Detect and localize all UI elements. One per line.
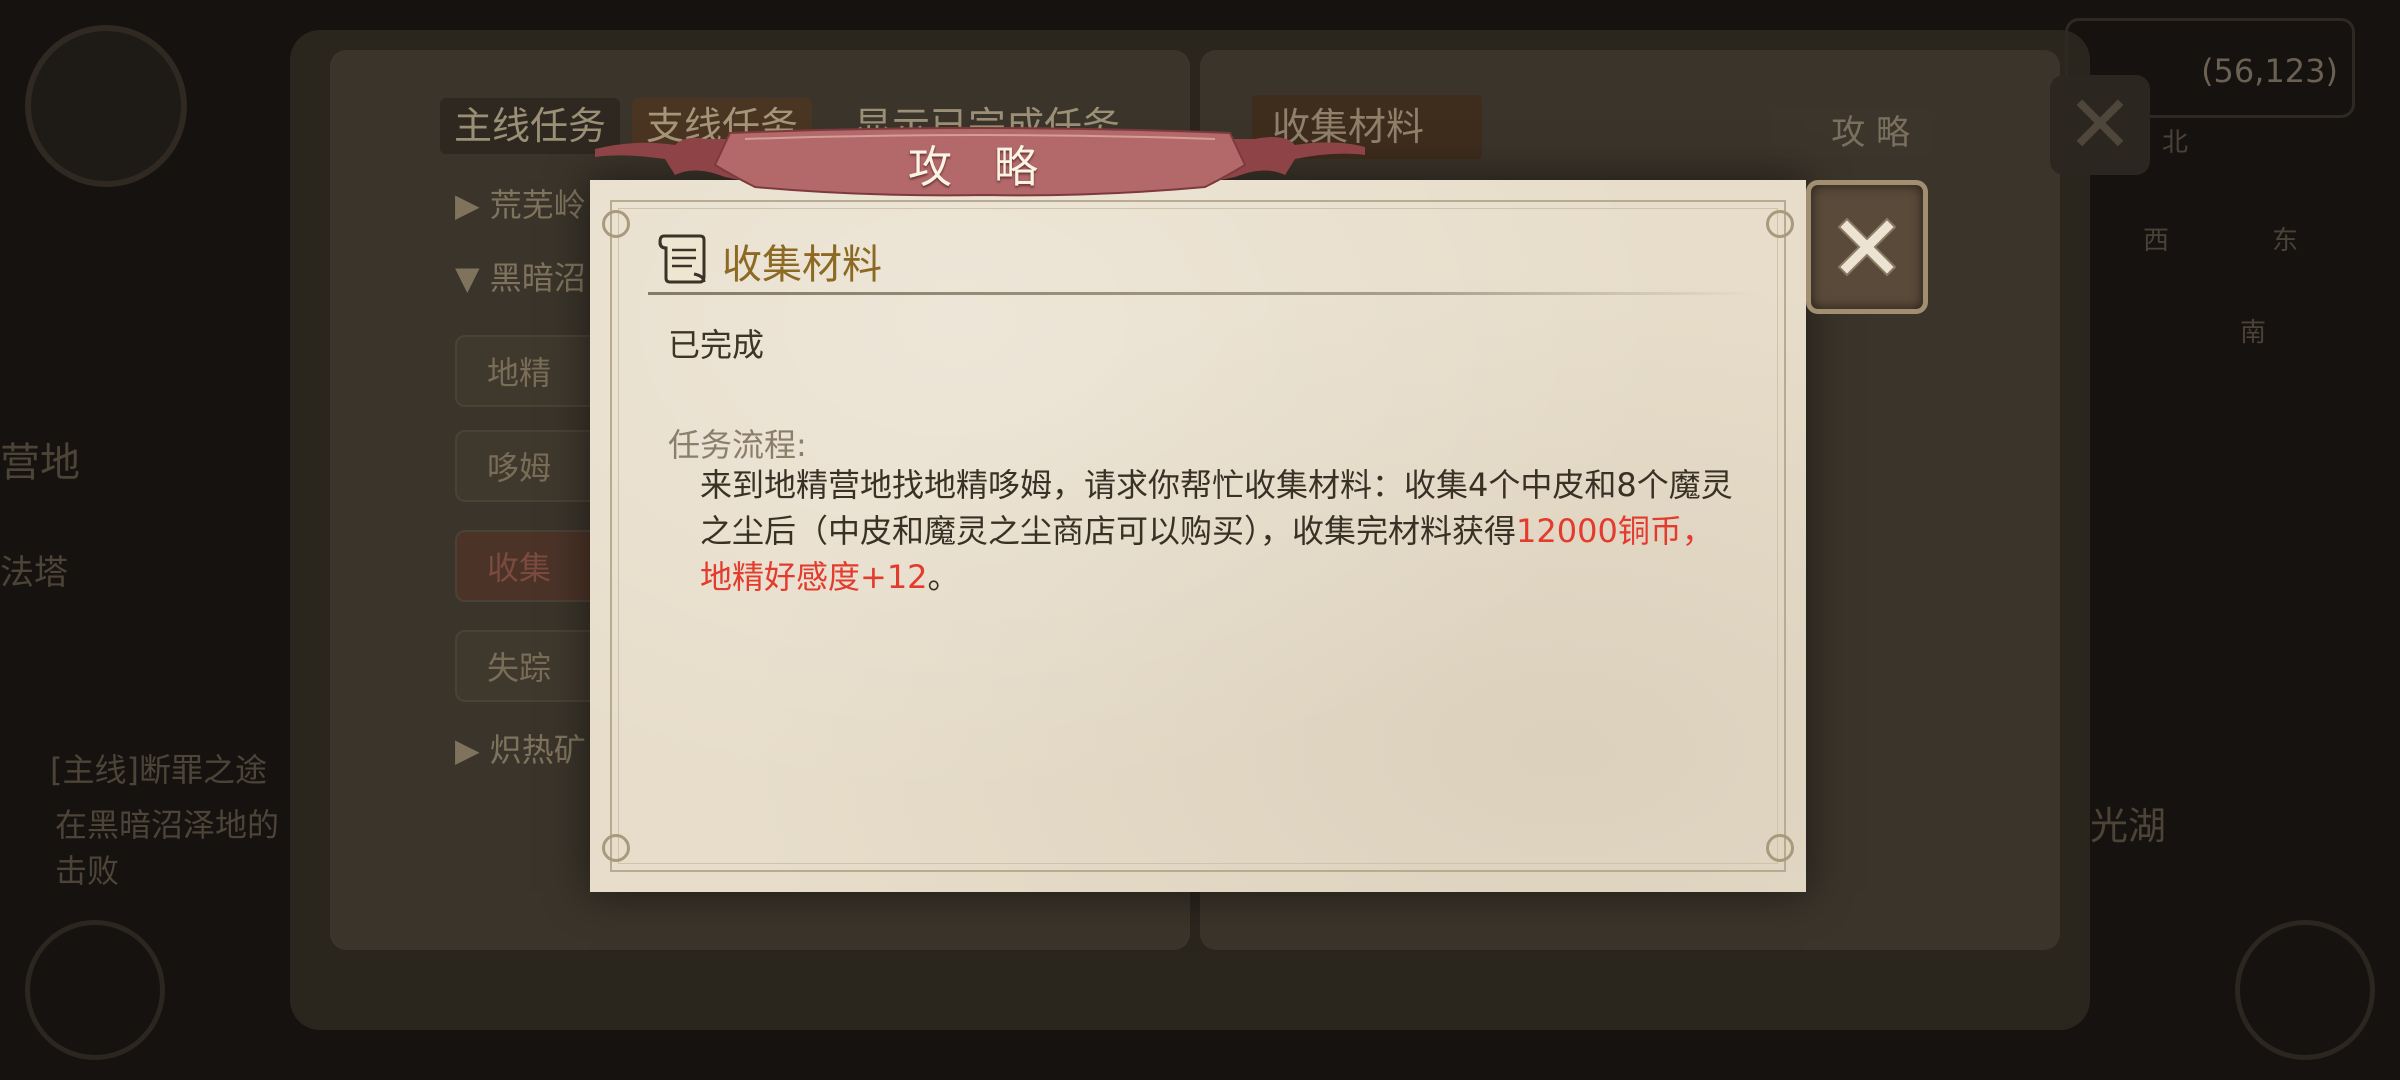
strategy-button[interactable]: 攻 略 <box>1770 108 1930 158</box>
title-divider <box>648 292 1756 295</box>
player-avatar[interactable] <box>25 25 187 187</box>
map-label: 法塔 <box>0 553 68 593</box>
quest-group-row[interactable]: ▼ 黑暗沼 <box>455 248 586 308</box>
map-label: 光湖 <box>2090 804 2167 848</box>
bottom-right-round-icon[interactable] <box>2235 920 2375 1060</box>
frame-ornament <box>1766 210 1794 238</box>
compass-south: 南 <box>2240 318 2267 348</box>
close-button[interactable] <box>1806 180 1928 314</box>
flow-text-end: 。 <box>927 558 960 596</box>
quest-group-label: 黑暗沼 <box>489 259 586 297</box>
scroll-icon <box>656 230 708 286</box>
strategy-dialog: 收集材料 已完成 任务流程: 来到地精营地找地精哆姆，请求你帮忙收集材料：收集4… <box>590 180 1806 892</box>
quest-tracker-title[interactable]: [主线]断罪之途 <box>50 745 267 791</box>
dialog-title: 攻 略 <box>908 142 1052 193</box>
bottom-left-round-icon[interactable] <box>25 920 165 1060</box>
quest-item-row[interactable]: 哆姆 <box>455 430 605 502</box>
compass-west: 西 <box>2143 226 2170 256</box>
quest-status: 已完成 <box>668 326 765 364</box>
compass-east: 东 <box>2272 226 2299 256</box>
quest-group-label: 炽热矿 <box>489 731 586 769</box>
quest-item-row-selected[interactable]: 收集 <box>455 530 605 602</box>
quest-flow-label: 任务流程: <box>668 426 807 464</box>
quest-group-row[interactable]: ▶ 炽热矿 <box>455 720 586 780</box>
quest-title: 收集材料 <box>722 242 882 288</box>
tab-main-quest[interactable]: 主线任务 <box>440 98 621 154</box>
bg-close-icon[interactable]: ✕ <box>2050 75 2150 175</box>
quest-flow-description: 来到地精营地找地精哆姆，请求你帮忙收集材料：收集4个中皮和8个魔灵之尘后（中皮和… <box>700 462 1740 600</box>
frame-ornament <box>1766 834 1794 862</box>
map-label: 营地 <box>0 440 80 486</box>
compass-north: 北 <box>2162 128 2189 158</box>
close-x-icon <box>1837 217 1897 277</box>
quest-item-row[interactable]: 失踪 <box>455 630 605 702</box>
quest-group-label: 荒芜岭 <box>489 186 586 224</box>
dialog-title-ribbon: 攻 略 <box>595 125 1365 203</box>
frame-ornament <box>602 834 630 862</box>
frame-ornament <box>602 210 630 238</box>
quest-tracker-body: 在黑暗沼泽地的击败 <box>55 806 280 890</box>
quest-item-row[interactable]: 地精 <box>455 335 605 407</box>
quest-group-row[interactable]: ▶ 荒芜岭 <box>455 175 586 235</box>
